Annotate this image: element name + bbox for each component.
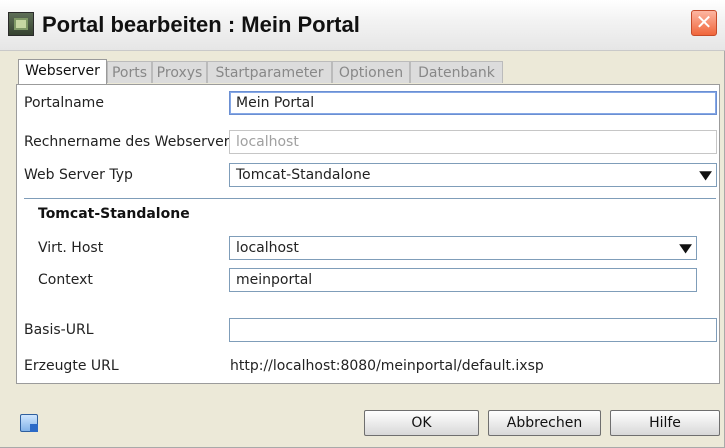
ok-button[interactable]: OK	[364, 410, 479, 436]
context-input[interactable]: meinportal	[229, 268, 697, 292]
portalname-input[interactable]: Mein Portal	[229, 91, 717, 115]
web-server-typ-value: Tomcat-Standalone	[236, 167, 371, 183]
web-server-typ-select[interactable]: Tomcat-Standalone ▼	[229, 163, 717, 187]
tab-strip: Webserver Ports Proxys Startparameter Op…	[18, 59, 508, 84]
portal-window-icon	[8, 12, 34, 36]
rechnername-label: Rechnername des Webservers	[24, 134, 237, 150]
window-title: Portal bearbeiten : Mein Portal	[42, 12, 360, 37]
tab-startparameter[interactable]: Startparameter	[207, 61, 332, 83]
tab-proxys[interactable]: Proxys	[152, 61, 207, 83]
virt-host-select[interactable]: localhost ▼	[229, 236, 697, 260]
basis-url-input[interactable]	[229, 318, 717, 342]
tab-ports[interactable]: Ports	[107, 61, 152, 83]
tab-webserver[interactable]: Webserver	[18, 59, 107, 84]
rechnername-input: localhost	[229, 130, 717, 154]
window-help-icon[interactable]	[20, 414, 38, 432]
tab-optionen[interactable]: Optionen	[332, 61, 410, 83]
hilfe-button[interactable]: Hilfe	[610, 410, 720, 436]
chevron-down-icon[interactable]: ▼	[699, 166, 712, 184]
portalname-label: Portalname	[24, 95, 104, 111]
erzeugte-url-label: Erzeugte URL	[24, 358, 119, 374]
virt-host-label: Virt. Host	[38, 240, 104, 256]
web-server-typ-label: Web Server Typ	[24, 167, 133, 183]
erzeugte-url-value: http://localhost:8080/meinportal/default…	[230, 358, 544, 374]
portal-edit-dialog: Portal bearbeiten : Mein Portal ✕ Webser…	[0, 0, 725, 448]
close-button[interactable]: ✕	[691, 10, 717, 36]
tomcat-group-title: Tomcat-Standalone	[38, 206, 190, 222]
context-label: Context	[38, 272, 93, 288]
cancel-button[interactable]: Abbrechen	[488, 410, 601, 436]
chevron-down-icon[interactable]: ▼	[679, 239, 692, 257]
virt-host-value: localhost	[236, 240, 299, 256]
tab-datenbank[interactable]: Datenbank	[410, 61, 503, 83]
basis-url-label: Basis-URL	[24, 322, 94, 338]
title-bar: Portal bearbeiten : Mein Portal ✕	[0, 0, 725, 51]
